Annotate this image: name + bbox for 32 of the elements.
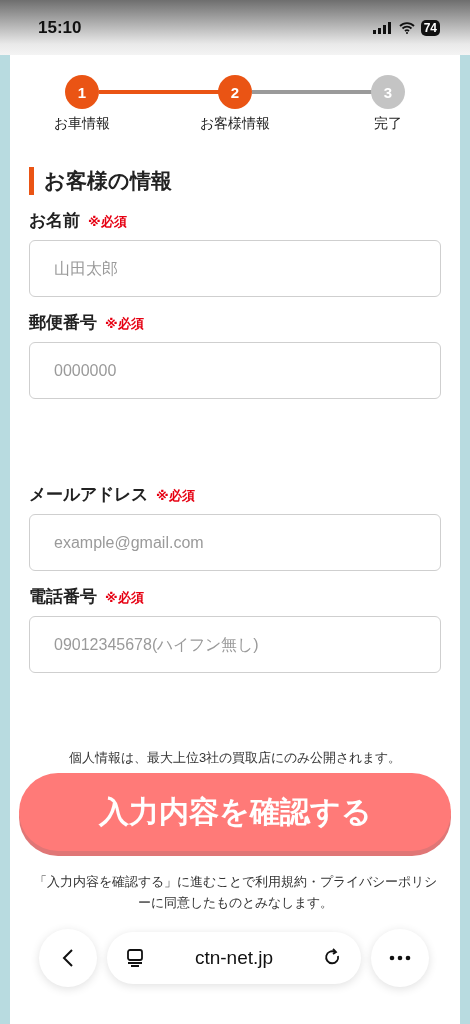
- address-bar[interactable]: ctn-net.jp: [107, 932, 361, 984]
- field-label: 電話番号: [29, 586, 97, 608]
- field-label: 郵便番号: [29, 312, 97, 334]
- step-number: 3: [371, 75, 405, 109]
- required-mark: ※必須: [105, 315, 144, 333]
- back-icon: [62, 948, 74, 968]
- required-mark: ※必須: [105, 589, 144, 607]
- input-field[interactable]: 山田太郎: [29, 240, 441, 297]
- wifi-icon: [398, 21, 415, 34]
- more-icon: [389, 955, 411, 961]
- field-label: メールアドレス: [29, 484, 148, 506]
- step-label: 完了: [374, 115, 402, 133]
- input-field[interactable]: 0000000: [29, 342, 441, 399]
- section-heading: お客様の情報: [29, 167, 441, 195]
- input-field[interactable]: example@gmail.com: [29, 514, 441, 571]
- signal-icon: [372, 21, 393, 34]
- url-text: ctn-net.jp: [194, 947, 274, 969]
- terms-notice: 「入力内容を確認する」に進むことで利用規約・プライバシーポリシーに同意したものとみなします。: [32, 873, 438, 912]
- field-label: お名前: [29, 210, 80, 232]
- battery-level: 74: [420, 19, 440, 36]
- input-field[interactable]: 09012345678(ハイフン無し): [29, 616, 441, 673]
- step-number: 2: [218, 75, 252, 109]
- required-mark: ※必須: [156, 487, 195, 505]
- privacy-notice: 個人情報は、最大上位3社の買取店にのみ公開されます。: [67, 749, 403, 767]
- step-label: お車情報: [54, 115, 110, 133]
- required-mark: ※必須: [88, 213, 127, 231]
- step-label: お客様情報: [200, 115, 270, 133]
- back-button[interactable]: [39, 929, 97, 987]
- step-number: 1: [65, 75, 99, 109]
- more-button[interactable]: [371, 929, 429, 987]
- tabs-icon: [125, 948, 145, 968]
- status-time: 15:10: [38, 17, 82, 38]
